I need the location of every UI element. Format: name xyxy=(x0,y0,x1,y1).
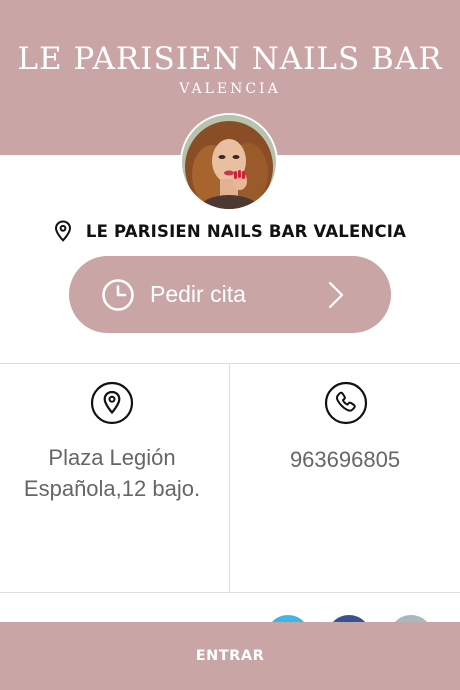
address-section[interactable]: Plaza Legión Española,12 bajo. xyxy=(0,364,229,593)
contact-info-panel: Plaza Legión Española,12 bajo. 963696805 xyxy=(0,363,460,593)
clock-icon xyxy=(102,278,134,311)
business-name: LE PARISIEN NAILS BAR VALENCIA xyxy=(85,221,407,241)
avatar-photo xyxy=(182,115,276,209)
enter-button-label: ENTRAR xyxy=(195,648,265,664)
address-text: Plaza Legión Española,12 bajo. xyxy=(23,445,201,501)
brand-title: LE PARISIEN NAILS BAR xyxy=(17,41,443,77)
location-pin-icon xyxy=(54,220,71,242)
book-appointment-label: Pedir cita xyxy=(150,281,246,307)
enter-button[interactable]: ENTRAR xyxy=(0,622,460,690)
book-appointment-button[interactable]: Pedir cita xyxy=(69,256,391,333)
avatar xyxy=(180,113,278,211)
phone-number: 963696805 xyxy=(289,447,401,472)
business-name-row: LE PARISIEN NAILS BAR VALENCIA xyxy=(0,217,460,245)
brand-subtitle: VALENCIA xyxy=(179,81,281,97)
phone-icon xyxy=(324,381,368,425)
chevron-right-icon xyxy=(328,281,344,308)
phone-section[interactable]: 963696805 xyxy=(230,364,460,593)
location-pin-icon xyxy=(90,381,134,425)
